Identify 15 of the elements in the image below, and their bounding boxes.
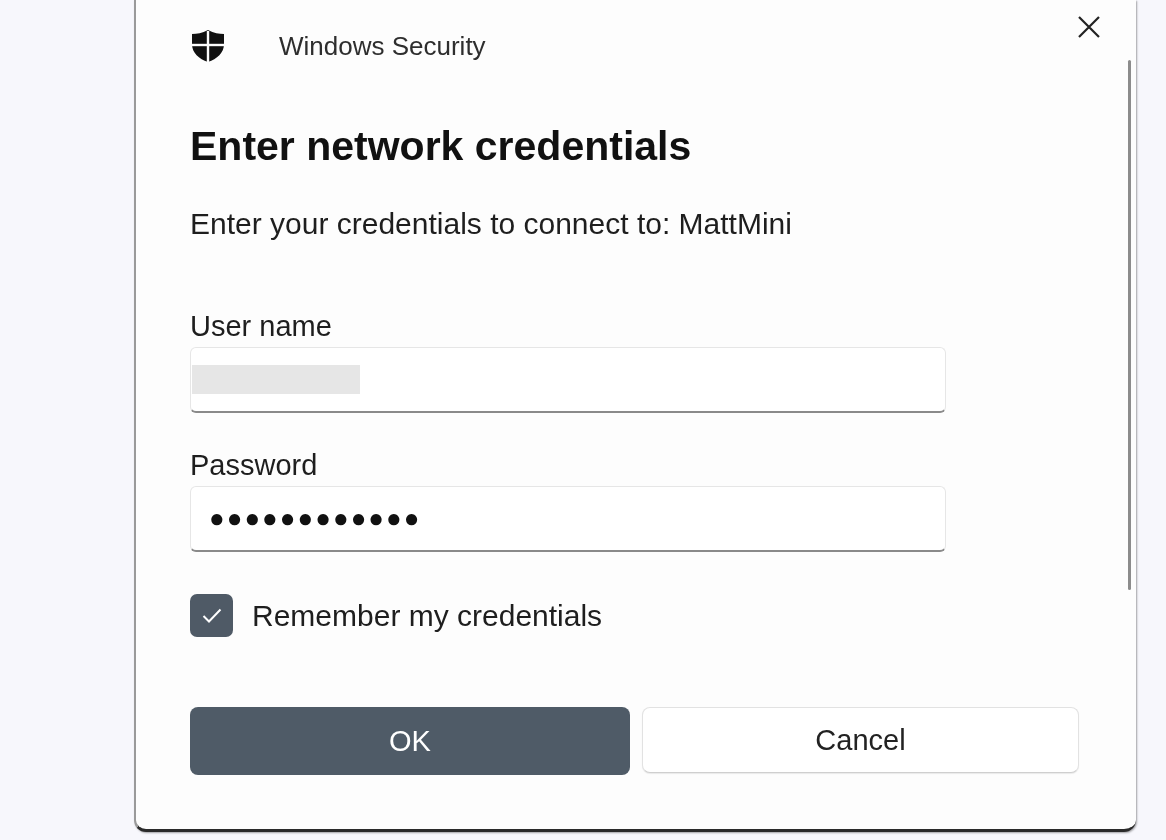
close-icon [1078,16,1100,38]
checkbox-label: Remember my credentials [252,600,603,631]
window-title: Windows Security [279,32,486,59]
dialog-heading: Enter network credentials [190,126,692,167]
field-label: Password [190,451,318,480]
shield-icon [190,28,226,63]
scrollbar-thumb[interactable] [1128,60,1131,590]
cancel-button[interactable]: Cancel [642,707,1079,773]
input-field[interactable] [190,347,946,413]
ok-button[interactable]: OK [190,707,630,775]
password-field[interactable]: ●●●●●●●●●●●● [190,486,946,552]
check-icon [201,608,222,623]
field-label: User name [190,312,332,341]
dialog-message: Enter your credentials to connect to: MattMini [190,209,792,239]
checkbox[interactable] [190,594,233,637]
